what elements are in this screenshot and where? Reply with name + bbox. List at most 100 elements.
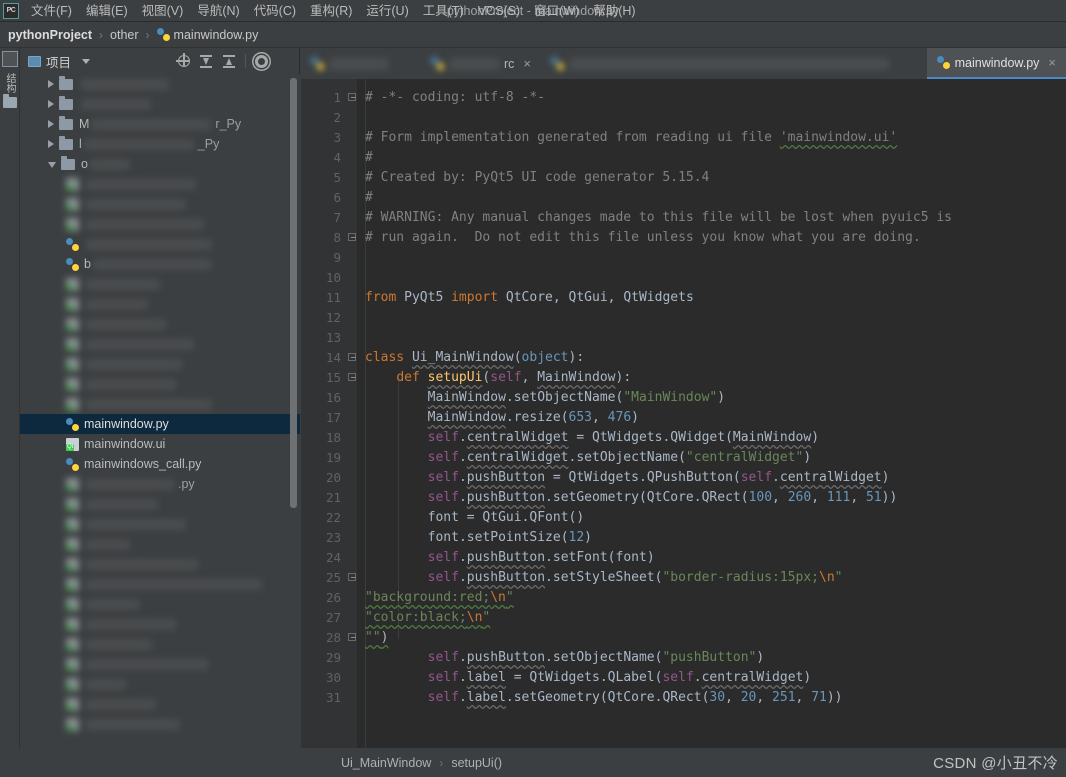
menu-vcs[interactable]: VCS(S)	[471, 0, 527, 22]
code-line[interactable]: 20 self.pushButton = QtWidgets.QPushButt…	[301, 468, 1066, 488]
close-icon[interactable]: ×	[1048, 56, 1056, 69]
code-editor[interactable]: 1 # -*- coding: utf-8 -*- 2 3 # Form impleme…	[301, 79, 1066, 748]
code-line[interactable]: 9	[301, 248, 1066, 268]
tree-item[interactable]	[20, 94, 300, 114]
settings-gear-icon[interactable]	[255, 54, 268, 68]
code-line[interactable]: 27 "color:black;\n"	[301, 608, 1066, 628]
tree-item[interactable]: mainwindows_call.py	[20, 454, 300, 474]
code-line[interactable]: 30 self.label = QtWidgets.QLabel(self.ce…	[301, 668, 1066, 688]
tree-item[interactable]	[20, 74, 300, 94]
chevron-down-icon[interactable]	[48, 162, 56, 168]
code-line[interactable]: 16 MainWindow.setObjectName("MainWindow"…	[301, 388, 1066, 408]
tree-item[interactable]	[20, 534, 300, 554]
tree-item[interactable]	[20, 234, 300, 254]
tree-item[interactable]	[20, 354, 300, 374]
code-line[interactable]: 11 from PyQt5 import QtCore, QtGui, QtWid…	[301, 288, 1066, 308]
fold-collapse-icon[interactable]	[347, 88, 357, 108]
status-crumb-method[interactable]: setupUi()	[451, 756, 502, 770]
menu-code[interactable]: 代码(C)	[247, 0, 303, 22]
fold-end-icon[interactable]	[347, 228, 357, 248]
tree-item[interactable]: b	[20, 254, 300, 274]
close-icon[interactable]: ×	[523, 57, 531, 70]
tree-item[interactable]: o	[20, 154, 300, 174]
chevron-right-icon[interactable]	[48, 140, 54, 148]
tree-item[interactable]	[20, 514, 300, 534]
tree-item[interactable]	[20, 654, 300, 674]
menu-navigate[interactable]: 导航(N)	[190, 0, 246, 22]
editor-tab-redacted-2[interactable]: rc ×	[421, 48, 541, 79]
code-line[interactable]: 17 MainWindow.resize(653, 476)	[301, 408, 1066, 428]
editor-tab-redacted-1[interactable]	[301, 48, 421, 79]
chevron-down-icon[interactable]	[82, 58, 91, 64]
code-line[interactable]: 1 # -*- coding: utf-8 -*-	[301, 88, 1066, 108]
tree-item[interactable]	[20, 174, 300, 194]
menu-view[interactable]: 视图(V)	[135, 0, 191, 22]
code-line[interactable]: 13	[301, 328, 1066, 348]
code-line[interactable]: 29 self.pushButton.setObjectName("pushBu…	[301, 648, 1066, 668]
code-line[interactable]: 4 #	[301, 148, 1066, 168]
code-line[interactable]: 19 self.centralWidget.setObjectName("cen…	[301, 448, 1066, 468]
code-line[interactable]: 28 "")	[301, 628, 1066, 648]
fold-end-icon[interactable]	[347, 628, 357, 648]
code-line[interactable]: 7 # WARNING: Any manual changes made to t…	[301, 208, 1066, 228]
tree-item[interactable]	[20, 694, 300, 714]
code-line[interactable]: 21 self.pushButton.setGeometry(QtCore.QR…	[301, 488, 1066, 508]
menu-run[interactable]: 运行(U)	[359, 0, 415, 22]
expand-all-icon[interactable]	[199, 54, 213, 68]
code-line[interactable]: 31 self.label.setGeometry(QtCore.QRect(3…	[301, 688, 1066, 708]
tree-item[interactable]	[20, 674, 300, 694]
editor-tab-mainwindow-py[interactable]: mainwindow.py ×	[926, 48, 1066, 79]
project-vertical-scrollbar[interactable]	[290, 78, 297, 508]
tree-item[interactable]	[20, 494, 300, 514]
menu-window[interactable]: 窗口(W)	[527, 0, 586, 22]
fold-collapse-icon[interactable]	[347, 568, 357, 588]
code-line[interactable]: 26 "background:red;\n"	[301, 588, 1066, 608]
editor-tab-redacted-3[interactable]	[541, 48, 921, 79]
menu-help[interactable]: 帮助(H)	[586, 0, 642, 22]
code-line[interactable]: 24 self.pushButton.setFont(font)	[301, 548, 1066, 568]
tree-item[interactable]	[20, 294, 300, 314]
breadcrumb-folder[interactable]: other	[110, 28, 139, 42]
menu-file[interactable]: 文件(F)	[24, 0, 79, 22]
menu-refactor[interactable]: 重构(R)	[303, 0, 359, 22]
tree-item[interactable]	[20, 194, 300, 214]
fold-collapse-icon[interactable]	[347, 368, 357, 388]
fold-collapse-icon[interactable]	[347, 348, 357, 368]
code-line[interactable]: 23 font.setPointSize(12)	[301, 528, 1066, 548]
chevron-right-icon[interactable]	[48, 80, 54, 88]
tree-item[interactable]	[20, 594, 300, 614]
code-line[interactable]: 10	[301, 268, 1066, 288]
tree-item[interactable]	[20, 574, 300, 594]
tree-item[interactable]: l _Py	[20, 134, 300, 154]
code-line[interactable]: 22 font = QtGui.QFont()	[301, 508, 1066, 528]
breadcrumb-file[interactable]: mainwindow.py	[174, 28, 259, 42]
collapse-all-icon[interactable]	[222, 54, 236, 68]
code-line[interactable]: 12	[301, 308, 1066, 328]
tree-item[interactable]	[20, 314, 300, 334]
project-tool-window-icon[interactable]	[1, 51, 18, 67]
code-line[interactable]: 8 # run again. Do not edit this file unle…	[301, 228, 1066, 248]
select-opened-file-icon[interactable]	[176, 53, 191, 68]
code-line[interactable]: 3 # Form implementation generated from re…	[301, 128, 1066, 148]
code-line[interactable]: 15 def setupUi(self, MainWindow):	[301, 368, 1066, 388]
tree-item[interactable]	[20, 614, 300, 634]
tree-item[interactable]	[20, 214, 300, 234]
tree-item[interactable]: mainwindow.ui	[20, 434, 300, 454]
tree-item[interactable]	[20, 554, 300, 574]
tree-item[interactable]	[20, 374, 300, 394]
code-line[interactable]: 25 self.pushButton.setStyleSheet("border…	[301, 568, 1066, 588]
structure-tool-label[interactable]: 结构	[2, 73, 17, 93]
tree-item[interactable]	[20, 634, 300, 654]
code-line[interactable]: 2	[301, 108, 1066, 128]
code-line[interactable]: 14 class Ui_MainWindow(object):	[301, 348, 1066, 368]
tree-item[interactable]	[20, 394, 300, 414]
code-line[interactable]: 6 #	[301, 188, 1066, 208]
tree-item[interactable]	[20, 714, 300, 734]
tree-item[interactable]	[20, 334, 300, 354]
status-crumb-class[interactable]: Ui_MainWindow	[341, 756, 431, 770]
tree-item[interactable]: .py	[20, 474, 300, 494]
menu-tools[interactable]: 工具(T)	[416, 0, 471, 22]
chevron-right-icon[interactable]	[48, 120, 54, 128]
code-line[interactable]: 18 self.centralWidget = QtWidgets.QWidge…	[301, 428, 1066, 448]
chevron-right-icon[interactable]	[48, 100, 54, 108]
